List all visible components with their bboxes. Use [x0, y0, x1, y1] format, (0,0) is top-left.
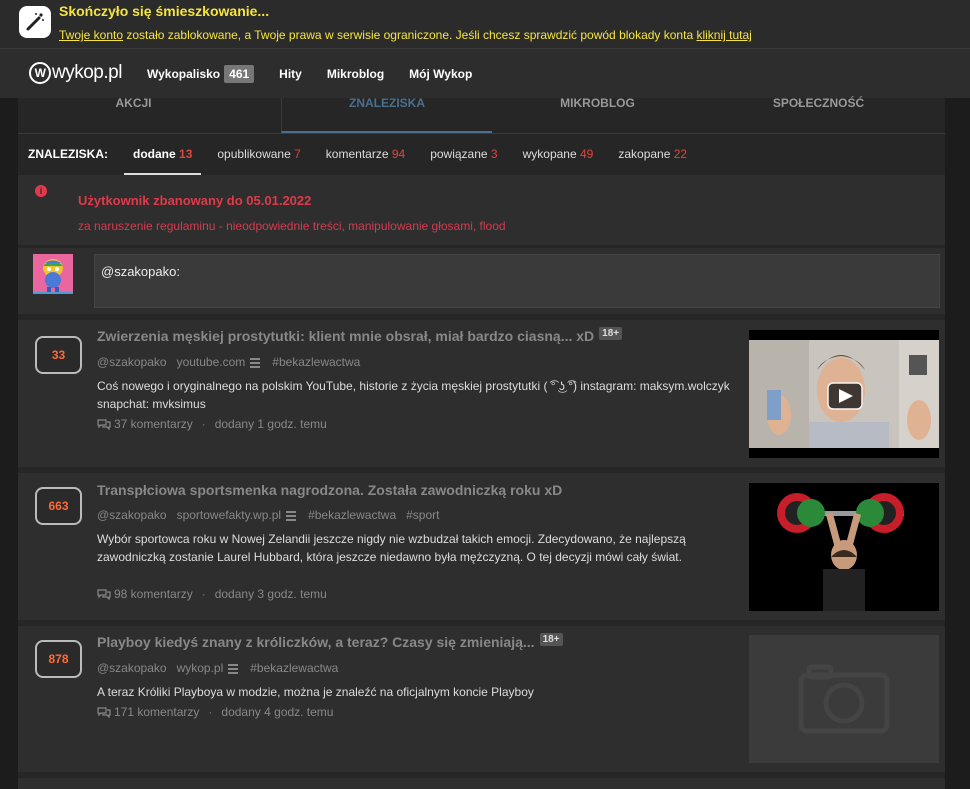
filter-bar: ZNALEZISKA: dodane 13 opublikowane 7 kom…	[18, 135, 945, 175]
comments-icon	[97, 588, 111, 600]
ban-title: Skończyło się śmieszkowanie...	[59, 3, 270, 19]
entry-footer: 37 komentarzy · dodany 1 godz. temu	[97, 417, 327, 431]
entry-description: Coś nowego i oryginalnego na polskim You…	[97, 379, 730, 411]
vote-counter[interactable]: 33	[35, 336, 82, 374]
logo-text: wykop.pl	[52, 62, 122, 83]
entry-added-time: dodany 1 godz. temu	[214, 417, 327, 431]
entry-tag[interactable]: #sport	[406, 508, 439, 522]
filter-zakopane[interactable]: zakopane 22	[609, 135, 696, 175]
filter-opublikowane[interactable]: opublikowane 7	[208, 135, 309, 175]
nav-wykopalisko-label: Wykopalisko	[147, 67, 221, 81]
ban-message: Twoje konto zostało zablokowane, a Twoje…	[59, 28, 752, 42]
entry-tag[interactable]: #bekazlewactwa	[272, 355, 360, 369]
ban-alert-reason: za naruszenie regulaminu - nieodpowiedni…	[78, 219, 506, 233]
wykop-logo-icon: W	[29, 62, 51, 84]
info-icon: i	[35, 185, 47, 197]
profile-subtabs: AKCJI ZNALEZISKA MIKROBLOG SPOŁECZNOŚĆ	[18, 97, 945, 134]
nav-wykopalisko[interactable]: Wykopalisko 461	[147, 65, 255, 83]
ban-alert: i Użytkownik zbanowany do 05.01.2022 za …	[18, 175, 945, 245]
comments-link[interactable]: 171 komentarzy	[114, 705, 199, 719]
nav-hity[interactable]: Hity	[279, 67, 302, 81]
filter-powiazane[interactable]: powiązane 3	[421, 135, 506, 175]
list-icon[interactable]	[228, 663, 239, 674]
separator: ·	[201, 417, 206, 431]
entry-author[interactable]: @szakopako	[97, 355, 167, 369]
entry-domain[interactable]: wykop.pl	[177, 661, 224, 675]
account-link[interactable]: Twoje konto	[59, 28, 123, 42]
entry-domain[interactable]: youtube.com	[177, 355, 246, 369]
top-navigation: Wwykop.pl Wykopalisko 461 Hity Mikroblog…	[0, 48, 970, 98]
filter-komentarze[interactable]: komentarze 94	[317, 135, 414, 175]
tab-spolecznosc[interactable]: SPOŁECZNOŚĆ	[703, 97, 934, 133]
entry-title[interactable]: Playboy kiedyś znany z króliczków, a ter…	[97, 633, 563, 650]
tab-akcji[interactable]: AKCJI	[18, 97, 249, 133]
entry-domain[interactable]: sportowefakty.wp.pl	[177, 508, 282, 522]
magic-wand-icon	[19, 6, 51, 38]
vote-counter[interactable]: 663	[35, 487, 82, 525]
entry-author[interactable]: @szakopako	[97, 508, 167, 522]
nav-moj-wykop[interactable]: Mój Wykop	[409, 67, 472, 81]
comments-link[interactable]: 37 komentarzy	[114, 417, 193, 431]
entry-meta: @szakopako wykop.pl #bekazlewactwa	[97, 661, 338, 675]
entry-description: Wybór sportowca roku w Nowej Zelandii je…	[97, 532, 686, 564]
entry-description: A teraz Króliki Playboya w modzie, można…	[97, 685, 534, 699]
entry-meta: @szakopako youtube.com #bekazlewactwa	[97, 355, 360, 369]
entry-title-text: Zwierzenia męskiej prostytutki: klient m…	[97, 328, 595, 344]
list-item: 33 Zwierzenia męskiej prostytutki: klien…	[18, 320, 945, 467]
tab-znaleziska[interactable]: ZNALEZISKA	[281, 97, 492, 133]
ban-banner: Skończyło się śmieszkowanie... Twoje kon…	[0, 0, 970, 48]
entry-title[interactable]: Transpłciowa sportsmenka nagrodzona. Zos…	[97, 482, 562, 498]
entry-footer: 171 komentarzy · dodany 4 godz. temu	[97, 705, 333, 719]
list-item	[18, 778, 945, 789]
avatar[interactable]	[33, 254, 73, 294]
ban-message-text: zostało zablokowane, a Twoje prawa w ser…	[123, 28, 697, 42]
entry-tag[interactable]: #bekazlewactwa	[308, 508, 396, 522]
entry-thumbnail[interactable]	[749, 483, 939, 611]
check-reason-link[interactable]: kliknij tutaj	[696, 28, 751, 42]
nav-mikroblog[interactable]: Mikroblog	[327, 67, 384, 81]
entry-author[interactable]: @szakopako	[97, 661, 167, 675]
entry-title-text: Transpłciowa sportsmenka nagrodzona. Zos…	[97, 482, 563, 498]
entry-title[interactable]: Zwierzenia męskiej prostytutki: klient m…	[97, 327, 623, 344]
separator: ·	[208, 705, 213, 719]
age-badge: 18+	[539, 633, 563, 646]
entry-thumbnail[interactable]	[749, 330, 939, 458]
ban-alert-title: Użytkownik zbanowany do 05.01.2022	[78, 193, 312, 208]
wykop-logo[interactable]: Wwykop.pl	[29, 62, 122, 84]
comments-icon	[97, 418, 111, 430]
comment-box	[18, 248, 945, 314]
comments-link[interactable]: 98 komentarzy	[114, 587, 193, 601]
entry-tag[interactable]: #bekazlewactwa	[250, 661, 338, 675]
filter-dodane[interactable]: dodane 13	[124, 135, 202, 175]
comment-input[interactable]	[94, 254, 940, 308]
age-badge: 18+	[599, 327, 623, 340]
wykopalisko-count-badge: 461	[224, 65, 255, 83]
comments-icon	[97, 706, 111, 718]
list-item: 663 Transpłciowa sportsmenka nagrodzona.…	[18, 473, 945, 620]
entry-thumbnail-placeholder[interactable]	[749, 635, 939, 763]
vote-counter[interactable]: 878	[35, 640, 82, 678]
tab-mikroblog[interactable]: MIKROBLOG	[482, 97, 713, 133]
entry-added-time: dodany 3 godz. temu	[214, 587, 327, 601]
list-icon[interactable]	[250, 357, 261, 368]
filter-wykopane[interactable]: wykopane 49	[514, 135, 603, 175]
list-item: 878 Playboy kiedyś znany z króliczków, a…	[18, 626, 945, 772]
entry-title-text: Playboy kiedyś znany z króliczków, a ter…	[97, 634, 535, 650]
entry-footer: 98 komentarzy · dodany 3 godz. temu	[97, 587, 327, 601]
separator: ·	[201, 587, 206, 601]
profile-content: AKCJI ZNALEZISKA MIKROBLOG SPOŁECZNOŚĆ Z…	[18, 97, 945, 789]
filter-label: ZNALEZISKA:	[28, 147, 108, 161]
entry-added-time: dodany 4 godz. temu	[221, 705, 334, 719]
entry-meta: @szakopako sportowefakty.wp.pl #bekazlew…	[97, 508, 439, 522]
list-icon[interactable]	[286, 510, 297, 521]
